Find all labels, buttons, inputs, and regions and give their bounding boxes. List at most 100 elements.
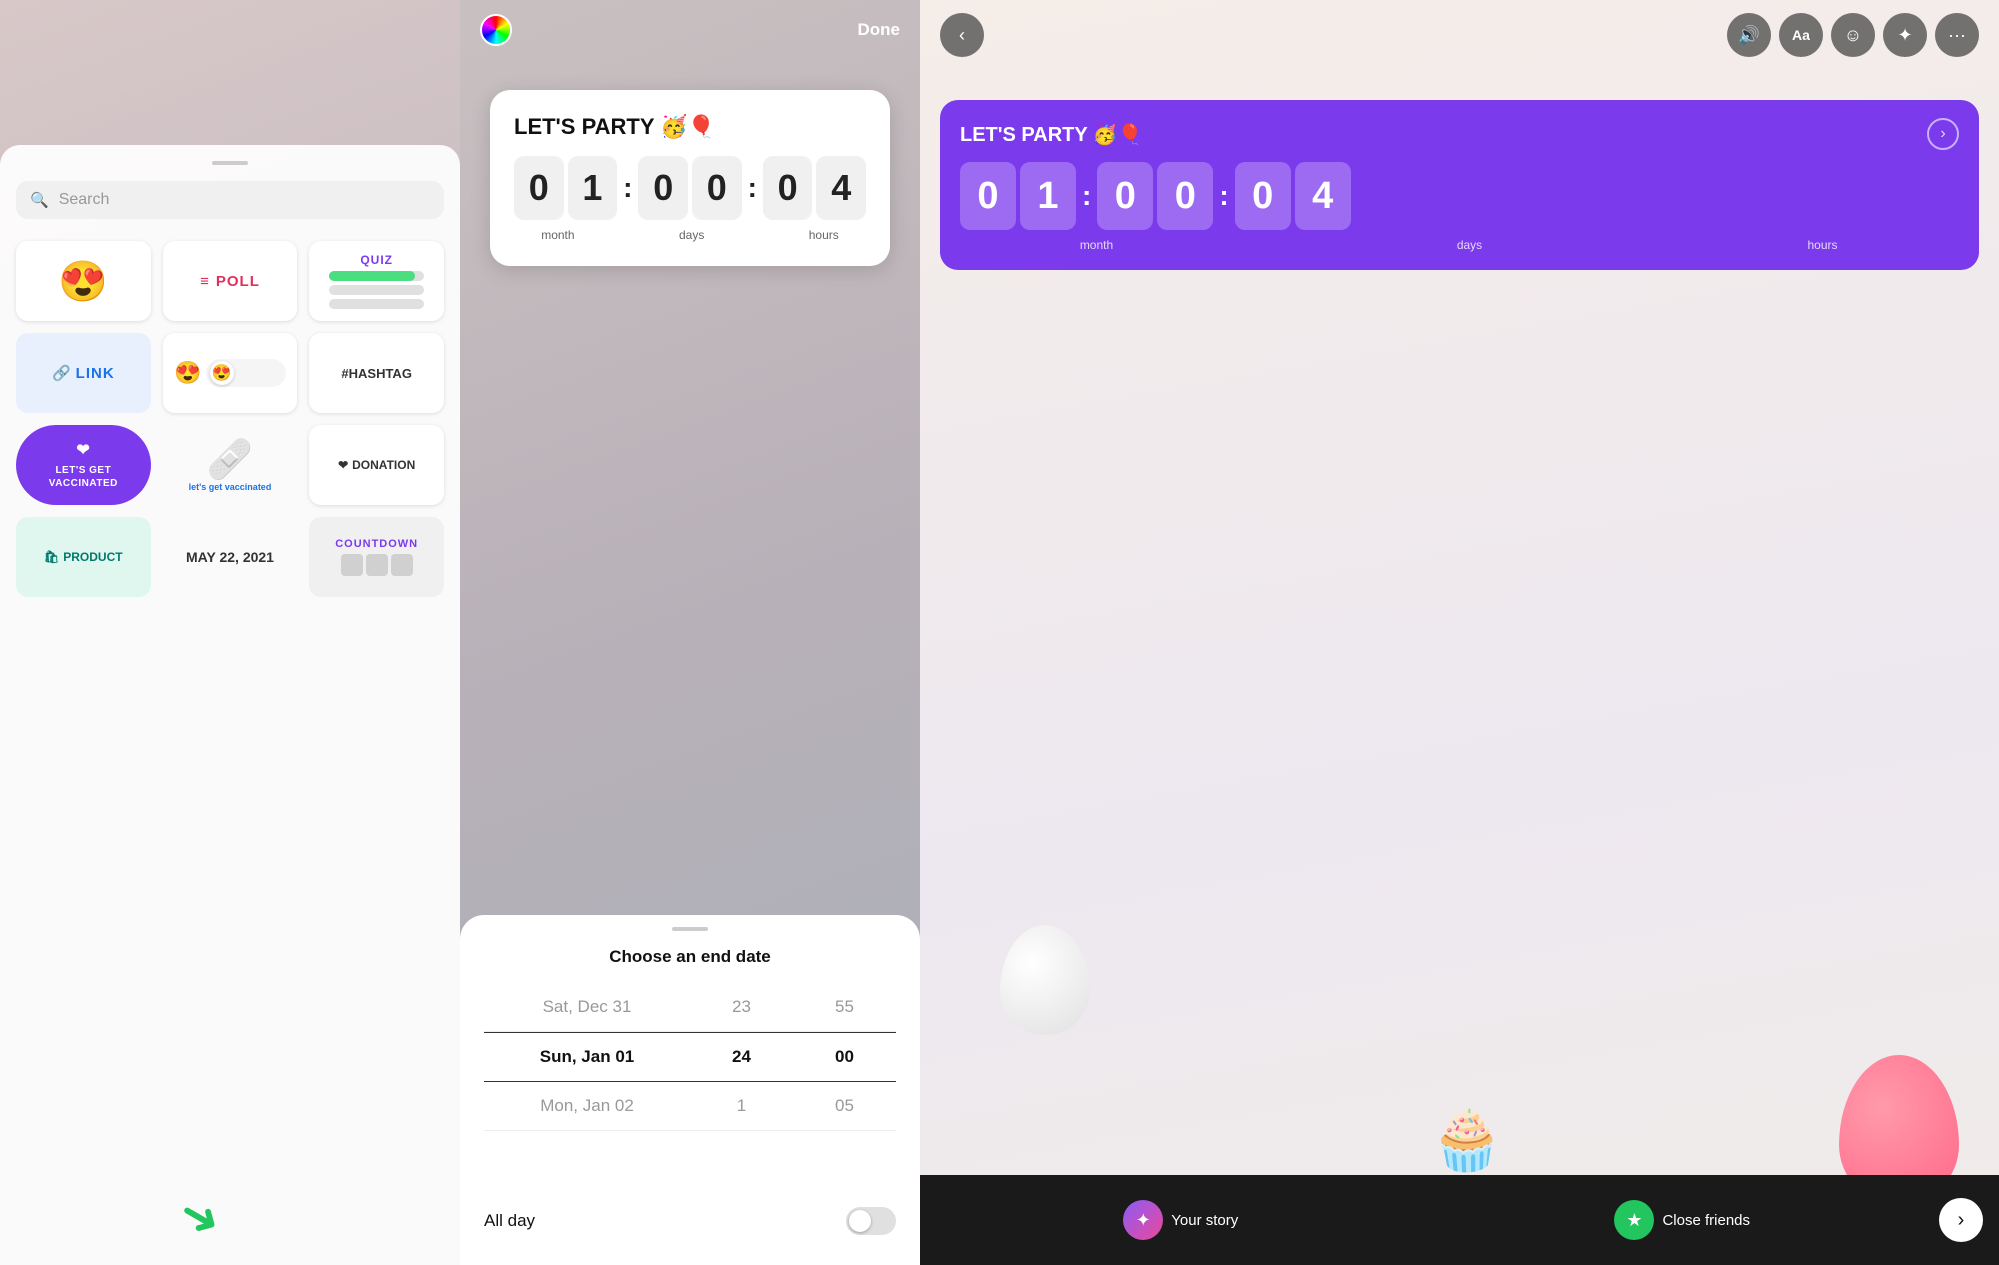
p3-label-hours-text: hours [1807,238,1837,252]
back-button[interactable]: ‹ [940,13,984,57]
next-button[interactable]: › [1939,1198,1983,1242]
digit-5: 4 [816,156,866,220]
text-icon: Aa [1792,27,1810,43]
slider-track: 😍 [206,359,286,387]
countdown-block-1 [341,554,363,576]
hour-col-2: 1 [690,1096,793,1116]
date-row-1[interactable]: Sun, Jan 01 24 00 [484,1032,896,1082]
sticker-vaccinated[interactable]: ❤ LET'S GET VACCINATED [16,425,151,505]
text-button[interactable]: Aa [1779,13,1823,57]
p3-digit-4: 0 [1235,162,1291,230]
sheet-handle [212,161,248,165]
story-countdown-arrow[interactable]: › [1927,118,1959,150]
label-hours-text: hours [809,228,839,242]
poll-label: POLL [216,273,260,290]
sparkle-icon: ✦ [1897,25,1912,46]
sticker-emoji-slider[interactable]: 😍 😍 [163,333,298,413]
close-friends-label: Close friends [1662,1212,1750,1229]
sticker-product[interactable]: 🛍 PRODUCT [16,517,151,597]
sticker-bandage[interactable]: 🩹 let's get vaccinated [163,425,298,505]
all-day-row: All day [484,1199,896,1235]
top-right-icons: 🔊 Aa ☺ ✦ ··· [1727,13,1979,57]
p3-label-days-text: days [1457,238,1482,252]
face-button[interactable]: ☺ [1831,13,1875,57]
top-bar: Done [460,0,920,60]
your-story-icon: ✦ [1123,1200,1163,1240]
close-friends-icon: ★ [1614,1200,1654,1240]
p3-digit-0: 0 [960,162,1016,230]
date-picker-rows: Sat, Dec 31 23 55 Sun, Jan 01 24 00 Mon,… [484,983,896,1131]
sheet-handle [672,927,708,931]
p3-label-month-text: month [1080,238,1113,252]
next-icon: › [1958,1209,1965,1232]
date-picker-scroll[interactable]: Sat, Dec 31 23 55 Sun, Jan 01 24 00 Mon,… [484,983,896,1183]
date-row-0[interactable]: Sat, Dec 31 23 55 [484,983,896,1032]
digit-4: 0 [763,156,813,220]
sticker-emoji[interactable]: 😍 [16,241,151,321]
sparkle-button[interactable]: ✦ [1883,13,1927,57]
story-countdown-sticker[interactable]: LET'S PARTY 🥳🎈 › 0 1 : 0 0 : 0 4 month d… [940,100,1979,270]
sticker-quiz[interactable]: QUIZ [309,241,444,321]
link-label: LINK [76,365,115,382]
date-col-0: Sat, Dec 31 [484,997,690,1017]
sound-button[interactable]: 🔊 [1727,13,1771,57]
date-row-2[interactable]: Mon, Jan 02 1 05 [484,1082,896,1131]
more-button[interactable]: ··· [1935,13,1979,57]
vaccinated-label: LET'S GET VACCINATED [24,464,143,490]
poll-icon: ≡ [200,273,210,290]
product-bag-icon: 🛍 [44,550,59,564]
close-friends-star-icon: ★ [1626,1210,1642,1231]
color-wheel-button[interactable] [480,14,512,46]
your-story-button[interactable]: ✦ Your story [936,1200,1426,1240]
p3-label-days: days [1333,238,1606,252]
hour-col-0: 23 [690,997,793,1017]
all-day-toggle[interactable] [846,1207,896,1235]
sticker-date[interactable]: MAY 22, 2021 [163,517,298,597]
story-countdown-labels: month days hours [960,238,1959,252]
date-col-1: Sun, Jan 01 [484,1047,690,1067]
label-hours: hours [809,228,839,242]
your-story-label: Your story [1171,1212,1238,1229]
p3-colon-1: : [1082,180,1091,212]
bandage-label: let's get vaccinated [189,482,272,492]
toggle-thumb [849,1210,871,1232]
story-countdown-digits: 0 1 : 0 0 : 0 4 [960,162,1959,230]
date-col-2: Mon, Jan 02 [484,1096,690,1116]
min-col-0: 55 [793,997,896,1017]
more-icon: ··· [1948,25,1966,46]
sticker-countdown[interactable]: COUNTDOWN [309,517,444,597]
sticker-link[interactable]: 🔗 LINK [16,333,151,413]
quiz-bar-3 [329,299,424,309]
sticker-sheet: 🔍 Search 😍 ≡ POLL QUIZ 🔗 LINK [0,145,460,1265]
digit-0: 0 [514,156,564,220]
donation-heart-icon: ❤ [338,458,348,472]
label-days: days [679,228,704,242]
done-button[interactable]: Done [858,20,901,40]
sticker-poll[interactable]: ≡ POLL [163,241,298,321]
panel-sticker-picker: 🔍 Search 😍 ≡ POLL QUIZ 🔗 LINK [0,0,460,1265]
sticker-donation[interactable]: ❤ DONATION [309,425,444,505]
sticker-grid: 😍 ≡ POLL QUIZ 🔗 LINK 😍 😍 [16,237,444,601]
quiz-label: QUIZ [360,253,393,267]
close-friends-button[interactable]: ★ Close friends [1438,1200,1928,1240]
search-icon: 🔍 [30,191,49,209]
story-top-bar: ‹ 🔊 Aa ☺ ✦ ··· [920,0,1999,70]
search-bar[interactable]: 🔍 Search [16,181,444,219]
panel-story-preview: 🧁 ‹ 🔊 Aa ☺ ✦ ··· LET'S PARTY 🥳🎈 [920,0,1999,1265]
countdown-preview-card[interactable]: LET'S PARTY 🥳🎈 0 1 : 0 0 : 0 4 month day… [490,90,890,266]
date-label: MAY 22, 2021 [186,549,274,565]
digit-2: 0 [638,156,688,220]
countdown-preview-title: LET'S PARTY 🥳🎈 [514,114,866,140]
date-picker-sheet: Choose an end date Sat, Dec 31 23 55 Sun… [460,915,920,1265]
product-label: PRODUCT [63,550,122,564]
cupcake-decoration: 🧁 [1430,1104,1505,1175]
label-month: month [541,228,574,242]
all-day-label: All day [484,1211,535,1231]
countdown-labels-row: month days hours [514,228,866,242]
label-month-text: month [541,228,574,242]
sticker-hashtag[interactable]: #HASHTAG [309,333,444,413]
face-icon: ☺ [1844,25,1862,46]
colon-2: : [748,172,757,204]
p3-digit-5: 4 [1295,162,1351,230]
search-placeholder: Search [59,191,110,209]
